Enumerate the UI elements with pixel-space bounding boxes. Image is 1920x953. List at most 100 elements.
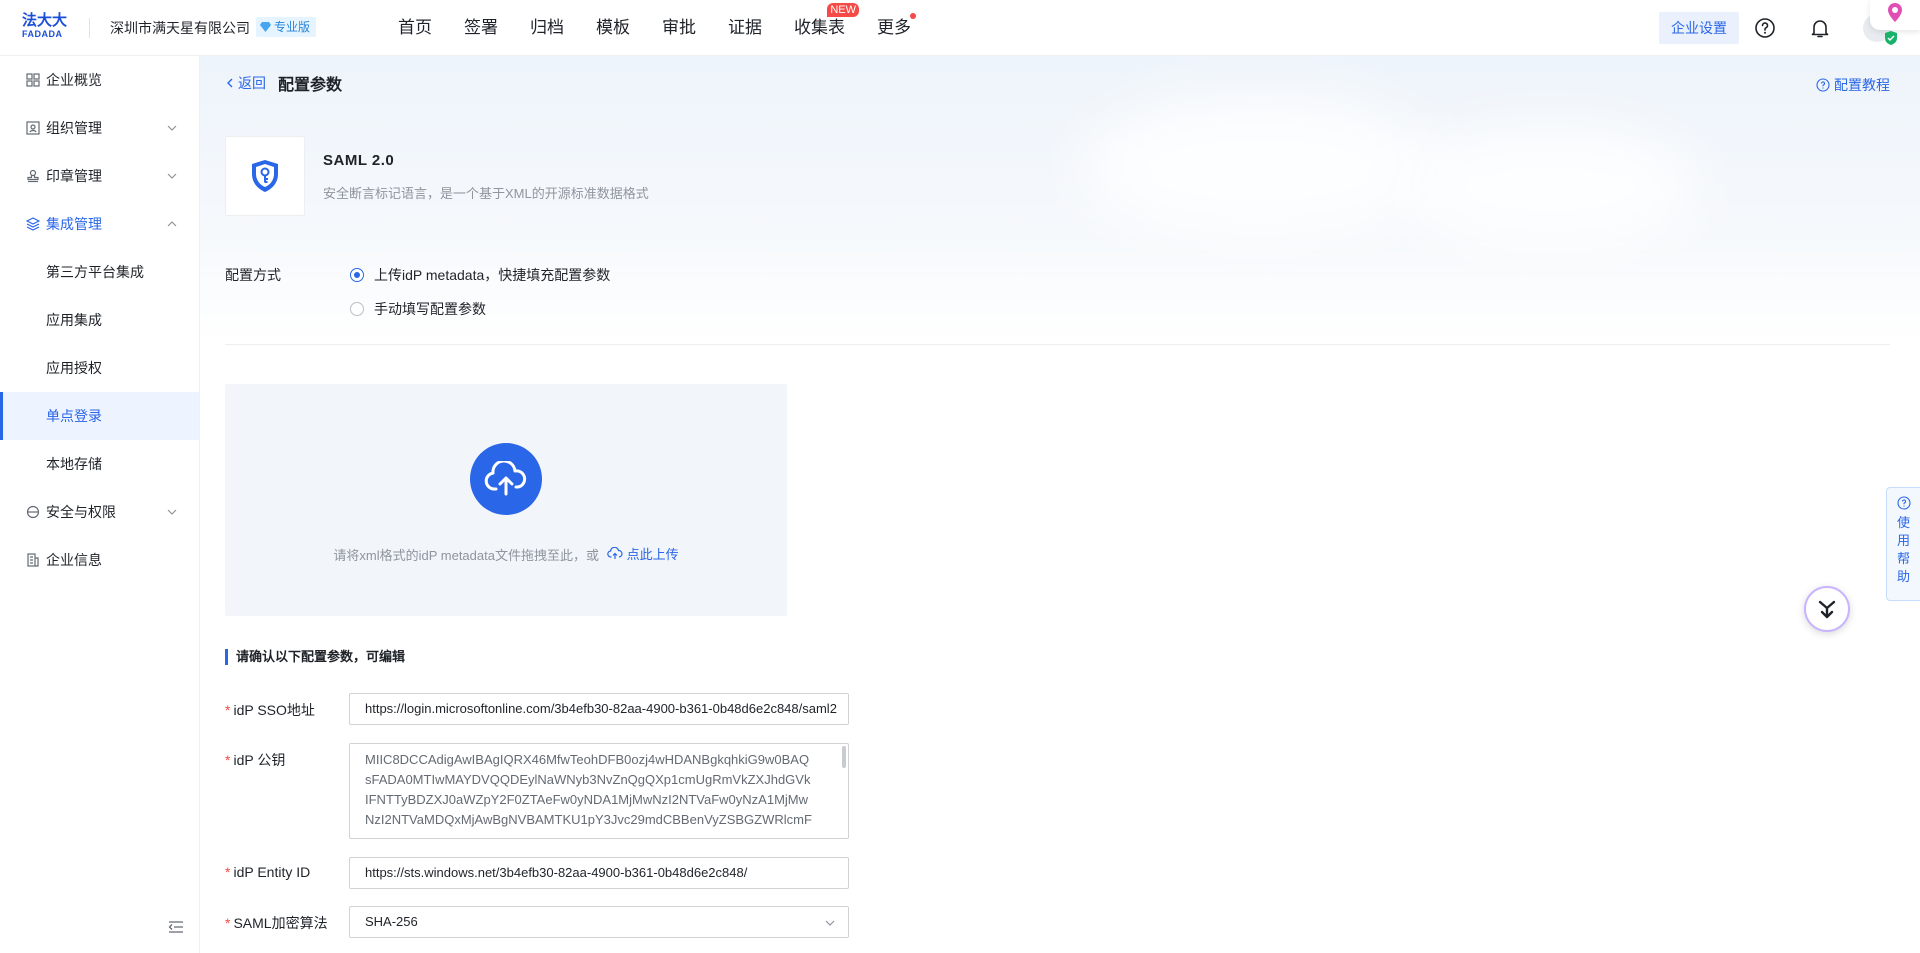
sidebar-subitem-sso[interactable]: 单点登录: [0, 392, 199, 440]
saml-logo-card: [225, 136, 305, 216]
help-icon[interactable]: [1753, 16, 1777, 40]
divider: [225, 344, 1890, 345]
logo-text-cn: 法大大: [22, 12, 68, 29]
edition-badge: 专业版: [256, 17, 317, 37]
help-tab-label: 使 用 帮 助: [1896, 515, 1910, 584]
section-title: 请确认以下配置参数，可编辑: [225, 649, 405, 665]
nav-evidence[interactable]: 证据: [728, 0, 762, 56]
nav-approval[interactable]: 审批: [662, 0, 696, 56]
bell-icon[interactable]: [1808, 16, 1832, 40]
sidebar-item-seal[interactable]: 印章管理: [0, 152, 199, 200]
background-cloud: [1400, 126, 1700, 246]
select-value: SHA-256: [365, 914, 418, 929]
config-tutorial-link[interactable]: 配置教程: [1816, 75, 1890, 95]
chevron-down-icon: [167, 125, 177, 131]
radio-manual-fill[interactable]: 手动填写配置参数: [350, 299, 486, 319]
main-nav: 首页 签署 归档 模板 审批 证据 收集表 NEW 更多: [398, 0, 943, 56]
verified-shield-icon: [1885, 31, 1897, 45]
click-to-upload-link[interactable]: 点此上传: [606, 544, 679, 563]
nav-template[interactable]: 模板: [596, 0, 630, 56]
question-circle-icon: [1816, 78, 1830, 92]
textarea-line: sFADA0MTIwMAYDVQQDEylNaWNyb3NvZnQgQXp1cm…: [365, 772, 811, 787]
org-icon: [26, 121, 40, 135]
assistant-bot-icon[interactable]: [1804, 586, 1850, 632]
sidebar-item-label: 组织管理: [46, 120, 102, 136]
chevron-down-icon: [167, 173, 177, 179]
enterprise-settings-button[interactable]: 企业设置: [1659, 12, 1739, 44]
sidebar-subitem-third-party[interactable]: 第三方平台集成: [0, 248, 199, 296]
sidebar-item-overview[interactable]: 企业概览: [0, 56, 199, 104]
public-key-textarea[interactable]: MIIC8DCCAdigAwIBAgIQRX46MfwTeohDFB0ozj4w…: [349, 743, 849, 839]
nav-home[interactable]: 首页: [398, 0, 432, 56]
sso-url-input[interactable]: https://login.microsoftonline.com/3b4efb…: [349, 693, 849, 725]
radio-label: 上传idP metadata，快捷填充配置参数: [374, 267, 611, 283]
nav-archive[interactable]: 归档: [530, 0, 564, 56]
layers-icon: [26, 217, 40, 231]
chevron-down-icon: [825, 920, 835, 926]
saml-shield-key-icon: [252, 160, 278, 192]
algorithm-label: * SAML加密算法: [225, 915, 328, 931]
textarea-line: MIIC8DCCAdigAwIBAgIQRX46MfwTeohDFB0ozj4w…: [365, 752, 810, 767]
chevron-left-icon: [227, 78, 233, 88]
back-link[interactable]: 返回: [225, 73, 266, 93]
new-badge: NEW: [827, 3, 859, 17]
textarea-scrollbar[interactable]: [842, 746, 846, 768]
nav-more[interactable]: 更多: [877, 0, 916, 56]
logo-divider: [89, 18, 90, 38]
edition-label: 专业版: [274, 20, 311, 34]
sidebar-item-label: 安全与权限: [46, 504, 116, 520]
textarea-line: NzI2NTVaMDQxMjAwBgNVBAMTKU1pY3Jvc29mdCBB…: [365, 812, 812, 827]
radio-button[interactable]: [350, 302, 364, 316]
sidebar-item-company-info[interactable]: 企业信息: [0, 536, 199, 584]
cloud-upload-icon: [484, 461, 527, 496]
metadata-upload-dropzone[interactable]: 请将xml格式的idP metadata文件拖拽至此，或 点此上传: [225, 384, 787, 616]
main-content: 返回 配置参数 配置教程 SAML 2.0 安全断言标记语言，是一个基于XML的…: [200, 56, 1920, 953]
radio-upload-metadata[interactable]: 上传idP metadata，快捷填充配置参数: [350, 265, 610, 285]
page-header: 返回 配置参数: [225, 72, 342, 94]
algorithm-select[interactable]: SHA-256: [349, 906, 849, 938]
collapse-sidebar-icon[interactable]: [168, 919, 184, 935]
fadada-logo[interactable]: 法大大 FADADA: [22, 13, 74, 41]
radio-button[interactable]: [350, 268, 364, 282]
chevron-down-icon: [167, 509, 177, 515]
sidebar-item-security[interactable]: 安全与权限: [0, 488, 199, 536]
sidebar-item-label: 企业概览: [46, 72, 102, 88]
config-method-label: 配置方式: [225, 267, 281, 283]
textarea-line: IFNTTyBDZXJ0aWZpY2F0ZTAeFw0yNDA1MjMwNzI2…: [365, 792, 809, 807]
top-bar: 法大大 FADADA 深圳市满天星有限公司 专业版 首页 签署 归档 模板 审批…: [0, 0, 1920, 56]
logo-text-en: FADADA: [22, 29, 63, 39]
seal-icon: [27, 169, 39, 183]
protocol-description: 安全断言标记语言，是一个基于XML的开源标准数据格式: [323, 186, 649, 201]
upload-button[interactable]: [470, 443, 542, 515]
notification-dot: [910, 13, 916, 19]
nav-collection-form[interactable]: 收集表 NEW: [794, 0, 859, 56]
background-cloud: [1080, 96, 1440, 236]
entity-id-input[interactable]: https://sts.windows.net/3b4efb30-82aa-49…: [349, 857, 849, 889]
location-pin-icon: [1888, 3, 1902, 22]
sidebar-item-integration[interactable]: 集成管理: [0, 200, 199, 248]
help-side-tab[interactable]: 使 用 帮 助: [1886, 487, 1920, 601]
sidebar-subitem-app-authorization[interactable]: 应用授权: [0, 344, 199, 392]
sidebar: 企业概览 组织管理 印章管理 集成管理 第三方平台集成 应用集成 应用授权 单点…: [0, 56, 200, 953]
diamond-icon: [260, 22, 271, 32]
sidebar-subitem-local-storage[interactable]: 本地存储: [0, 440, 199, 488]
location-badge-card[interactable]: [1870, 0, 1920, 30]
nav-sign[interactable]: 签署: [464, 0, 498, 56]
sidebar-subitem-app-integration[interactable]: 应用集成: [0, 296, 199, 344]
public-key-label: * idP 公钥: [225, 752, 286, 768]
protocol-name: SAML 2.0: [323, 152, 395, 169]
question-circle-icon: [1896, 496, 1911, 510]
sidebar-item-label: 企业信息: [46, 552, 102, 568]
chevron-up-icon: [167, 221, 177, 227]
sso-url-label: * idP SSO地址: [225, 702, 315, 718]
sidebar-item-label: 集成管理: [46, 216, 102, 232]
radio-label: 手动填写配置参数: [374, 301, 486, 317]
company-name[interactable]: 深圳市满天星有限公司: [110, 18, 250, 38]
building-icon: [27, 553, 39, 567]
shield-icon: [26, 505, 40, 519]
sidebar-item-org[interactable]: 组织管理: [0, 104, 199, 152]
cloud-upload-small-icon: [606, 547, 623, 559]
dashboard-icon: [26, 73, 40, 87]
page-title: 配置参数: [278, 77, 343, 94]
upload-hint: 请将xml格式的idP metadata文件拖拽至此，或 点此上传: [225, 544, 787, 564]
